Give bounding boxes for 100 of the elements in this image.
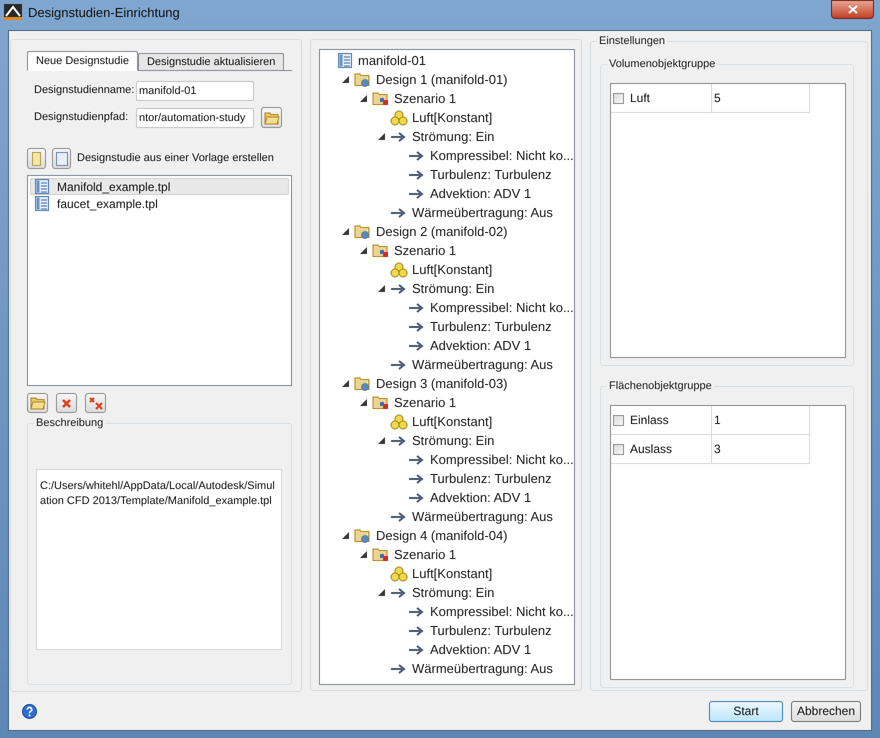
tree-item[interactable]: Kompressibel: Nicht ko... xyxy=(430,146,574,166)
page-icon xyxy=(56,152,68,166)
arrow-icon xyxy=(409,606,425,616)
tree-item[interactable]: Szenario 1 xyxy=(394,240,456,260)
arrow-icon xyxy=(409,644,425,654)
table-cell: 3 xyxy=(712,435,810,464)
tree-item[interactable]: Szenario 1 xyxy=(394,392,456,412)
folder-icon xyxy=(354,224,372,240)
checkbox[interactable] xyxy=(613,414,624,426)
expand-triangle-icon[interactable] xyxy=(378,133,384,140)
table-cell: 5 xyxy=(712,84,810,113)
arrow-icon xyxy=(391,588,407,598)
group-title: Flächenobjektgruppe xyxy=(607,379,714,393)
tree-item[interactable]: Wärmeübertragung: Aus xyxy=(412,658,553,678)
dialog-button[interactable]: Start xyxy=(709,700,783,722)
expand-triangle-icon[interactable] xyxy=(342,76,348,83)
arrow-icon xyxy=(409,454,425,464)
delete-button[interactable] xyxy=(56,393,77,413)
tree-item[interactable]: Luft[Konstant] xyxy=(412,108,492,128)
arrow-icon xyxy=(409,474,425,484)
tab[interactable]: Neue Designstudie xyxy=(27,51,138,71)
list-icon xyxy=(338,53,352,68)
folder-icon xyxy=(30,396,46,410)
checkbox[interactable] xyxy=(613,444,624,454)
tree-item[interactable]: Strömung: Ein xyxy=(412,126,494,146)
tree-item[interactable]: Design 4 (manifold-04) xyxy=(376,526,508,546)
tree-item[interactable]: Advektion: ADV 1 xyxy=(430,184,532,204)
template-item[interactable]: faucet_example.tpl xyxy=(30,195,289,212)
tree-item[interactable]: Strömung: Ein xyxy=(412,430,494,450)
tree-item[interactable]: Turbulenz: Turbulenz xyxy=(430,468,552,488)
tree-item[interactable]: manifold-01 xyxy=(358,50,426,70)
tab[interactable]: Designstudie aktualisieren xyxy=(138,53,284,71)
expand-triangle-icon[interactable] xyxy=(360,247,366,254)
tree-item[interactable]: Luft[Konstant] xyxy=(412,564,492,584)
app-logo-icon xyxy=(4,4,22,20)
tree-item[interactable]: Design 2 (manifold-02) xyxy=(376,222,508,242)
double-cross-icon xyxy=(88,396,102,410)
row-name: Auslass xyxy=(630,441,672,458)
arrow-icon xyxy=(409,302,425,312)
template-button[interactable] xyxy=(52,148,71,169)
expand-triangle-icon[interactable] xyxy=(360,399,366,406)
field-label: Designstudienname: xyxy=(34,83,136,98)
close-icon xyxy=(62,398,71,408)
folder-icon xyxy=(354,528,372,544)
tree-item[interactable]: Szenario 1 xyxy=(394,544,456,564)
list-icon xyxy=(35,196,49,211)
folder-icon xyxy=(372,394,390,410)
arrow-icon xyxy=(391,436,407,446)
folder-icon xyxy=(354,72,372,88)
tree-item[interactable]: Strömung: Ein xyxy=(412,278,494,298)
new-file-button[interactable] xyxy=(27,148,46,169)
expand-triangle-icon[interactable] xyxy=(378,437,384,444)
tree-item[interactable]: Design 3 (manifold-03) xyxy=(376,374,508,394)
template-label: Designstudie aus einer Vorlage erstellen xyxy=(77,151,274,166)
tree-item[interactable]: Kompressibel: Nicht ko... xyxy=(430,298,574,318)
tree-item[interactable]: Turbulenz: Turbulenz xyxy=(430,164,552,184)
expand-triangle-icon[interactable] xyxy=(360,551,366,558)
tree-item[interactable]: Wärmeübertragung: Aus xyxy=(412,202,553,222)
tree-item[interactable]: Szenario 1 xyxy=(394,88,456,108)
table-cell: 1 xyxy=(712,406,810,435)
description-field[interactable]: C:/Users/whitehl/AppData/Local/Autodesk/Simulation CFD 2013/Template/Manifold_example.tpl xyxy=(36,469,282,650)
folder-icon xyxy=(372,90,390,106)
open-folder-button[interactable] xyxy=(27,393,48,413)
tree-item[interactable]: Luft[Konstant] xyxy=(412,412,492,432)
tree-item[interactable]: Advektion: ADV 1 xyxy=(430,488,532,508)
tree-item[interactable]: Kompressibel: Nicht ko... xyxy=(430,602,574,622)
dialog-button[interactable]: Abbrechen xyxy=(791,700,861,722)
cubes-icon xyxy=(390,110,408,126)
checkbox[interactable] xyxy=(613,92,624,104)
tree-item[interactable]: Advektion: ADV 1 xyxy=(430,640,532,660)
expand-triangle-icon[interactable] xyxy=(342,532,348,539)
template-item[interactable]: Manifold_example.tpl xyxy=(30,178,289,195)
arrow-icon xyxy=(409,340,425,350)
group-title: Einstellungen xyxy=(597,34,668,48)
tree-item[interactable]: Wärmeübertragung: Aus xyxy=(412,354,553,374)
expand-triangle-icon[interactable] xyxy=(378,285,384,292)
text-field[interactable]: manifold-01 xyxy=(136,80,254,100)
tree-item[interactable]: Turbulenz: Turbulenz xyxy=(430,620,552,640)
row-name: Luft xyxy=(630,90,650,107)
tree-item[interactable]: Strömung: Ein xyxy=(412,582,494,602)
expand-triangle-icon[interactable] xyxy=(360,95,366,102)
arrow-icon xyxy=(391,360,407,370)
tree-item[interactable]: Design 1 (manifold-01) xyxy=(376,70,508,90)
text-field[interactable]: ntor/automation-study xyxy=(136,108,254,128)
tree-item[interactable]: Wärmeübertragung: Aus xyxy=(412,506,553,526)
expand-triangle-icon[interactable] xyxy=(342,228,348,235)
expand-triangle-icon[interactable] xyxy=(378,589,384,596)
tree-item[interactable]: Advektion: ADV 1 xyxy=(430,336,532,356)
group-title: Beschreibung xyxy=(34,416,106,430)
delete-all-button[interactable] xyxy=(85,393,106,413)
expand-triangle-icon[interactable] xyxy=(342,380,348,387)
row-name: Einlass xyxy=(630,412,669,429)
tree-item[interactable]: Luft[Konstant] xyxy=(412,260,492,280)
help-icon[interactable] xyxy=(22,704,37,718)
tree-item[interactable]: Kompressibel: Nicht ko... xyxy=(430,450,574,470)
arrow-icon xyxy=(409,492,425,502)
close-button[interactable] xyxy=(831,0,874,19)
tree-item[interactable]: Turbulenz: Turbulenz xyxy=(430,316,552,336)
arrow-icon xyxy=(391,664,407,674)
browse-button[interactable] xyxy=(261,107,282,128)
